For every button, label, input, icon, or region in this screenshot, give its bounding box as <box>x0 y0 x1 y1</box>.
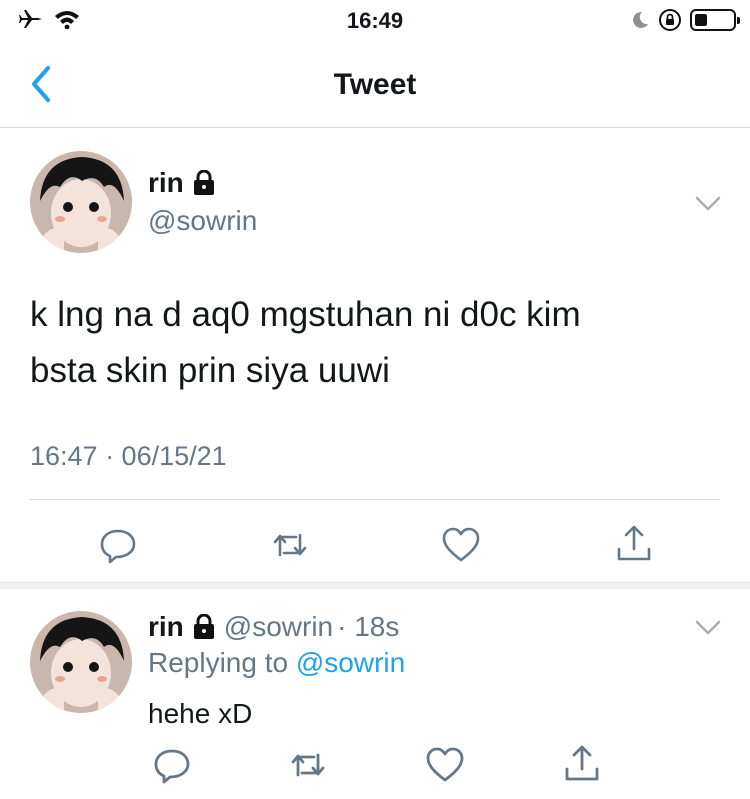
chevron-down-icon[interactable] <box>694 195 722 213</box>
divider <box>30 499 720 500</box>
share-icon[interactable] <box>562 743 602 783</box>
author-handle[interactable]: @sowrin <box>224 611 333 643</box>
main-tweet: rin @sowrin k lng na d aq0 mgstuhan ni d… <box>0 129 750 589</box>
orientation-lock-icon <box>659 9 681 31</box>
replying-prefix: Replying to <box>148 647 289 678</box>
battery-icon <box>690 9 740 31</box>
tweet-timestamp[interactable]: 16:47 · 06/15/21 <box>30 441 227 472</box>
author-handle[interactable]: @sowrin <box>148 205 257 237</box>
author-name[interactable]: rin <box>148 611 184 643</box>
lock-icon <box>193 614 214 639</box>
share-icon[interactable] <box>614 523 654 563</box>
like-icon[interactable] <box>441 525 481 565</box>
navigation-bar: Tweet <box>0 42 750 128</box>
tweet-text: k lng na d aq0 mgstuhan ni d0c kim bsta … <box>30 287 720 399</box>
reply-text: hehe xD <box>148 698 253 729</box>
status-bar: 16:49 <box>0 0 750 42</box>
moon-icon <box>633 11 648 28</box>
tweet-text-line: k lng na d aq0 mgstuhan ni d0c kim <box>30 295 581 334</box>
replying-to: Replying to @sowrin <box>148 647 405 679</box>
retweet-icon[interactable] <box>288 745 328 785</box>
avatar[interactable] <box>30 151 132 253</box>
reply-tweet[interactable]: rin @sowrin · 18s Replying to @sowrin he… <box>0 597 750 799</box>
retweet-icon[interactable] <box>270 525 310 565</box>
time-ago: · 18s <box>337 611 400 642</box>
chevron-down-icon[interactable] <box>694 619 722 637</box>
author-row: rin <box>148 167 216 199</box>
avatar[interactable] <box>30 611 132 713</box>
lock-icon <box>193 170 214 195</box>
status-right <box>630 8 740 32</box>
author-row: rin @sowrin · 18s <box>148 611 399 643</box>
reply-icon[interactable] <box>98 525 138 565</box>
mention-link[interactable]: @sowrin <box>296 647 405 678</box>
tweet-text-line: bsta skin prin siya uuwi <box>30 351 390 390</box>
like-icon[interactable] <box>425 745 465 785</box>
author-name[interactable]: rin <box>148 167 184 199</box>
reply-icon[interactable] <box>152 745 192 785</box>
page-title: Tweet <box>333 68 417 101</box>
